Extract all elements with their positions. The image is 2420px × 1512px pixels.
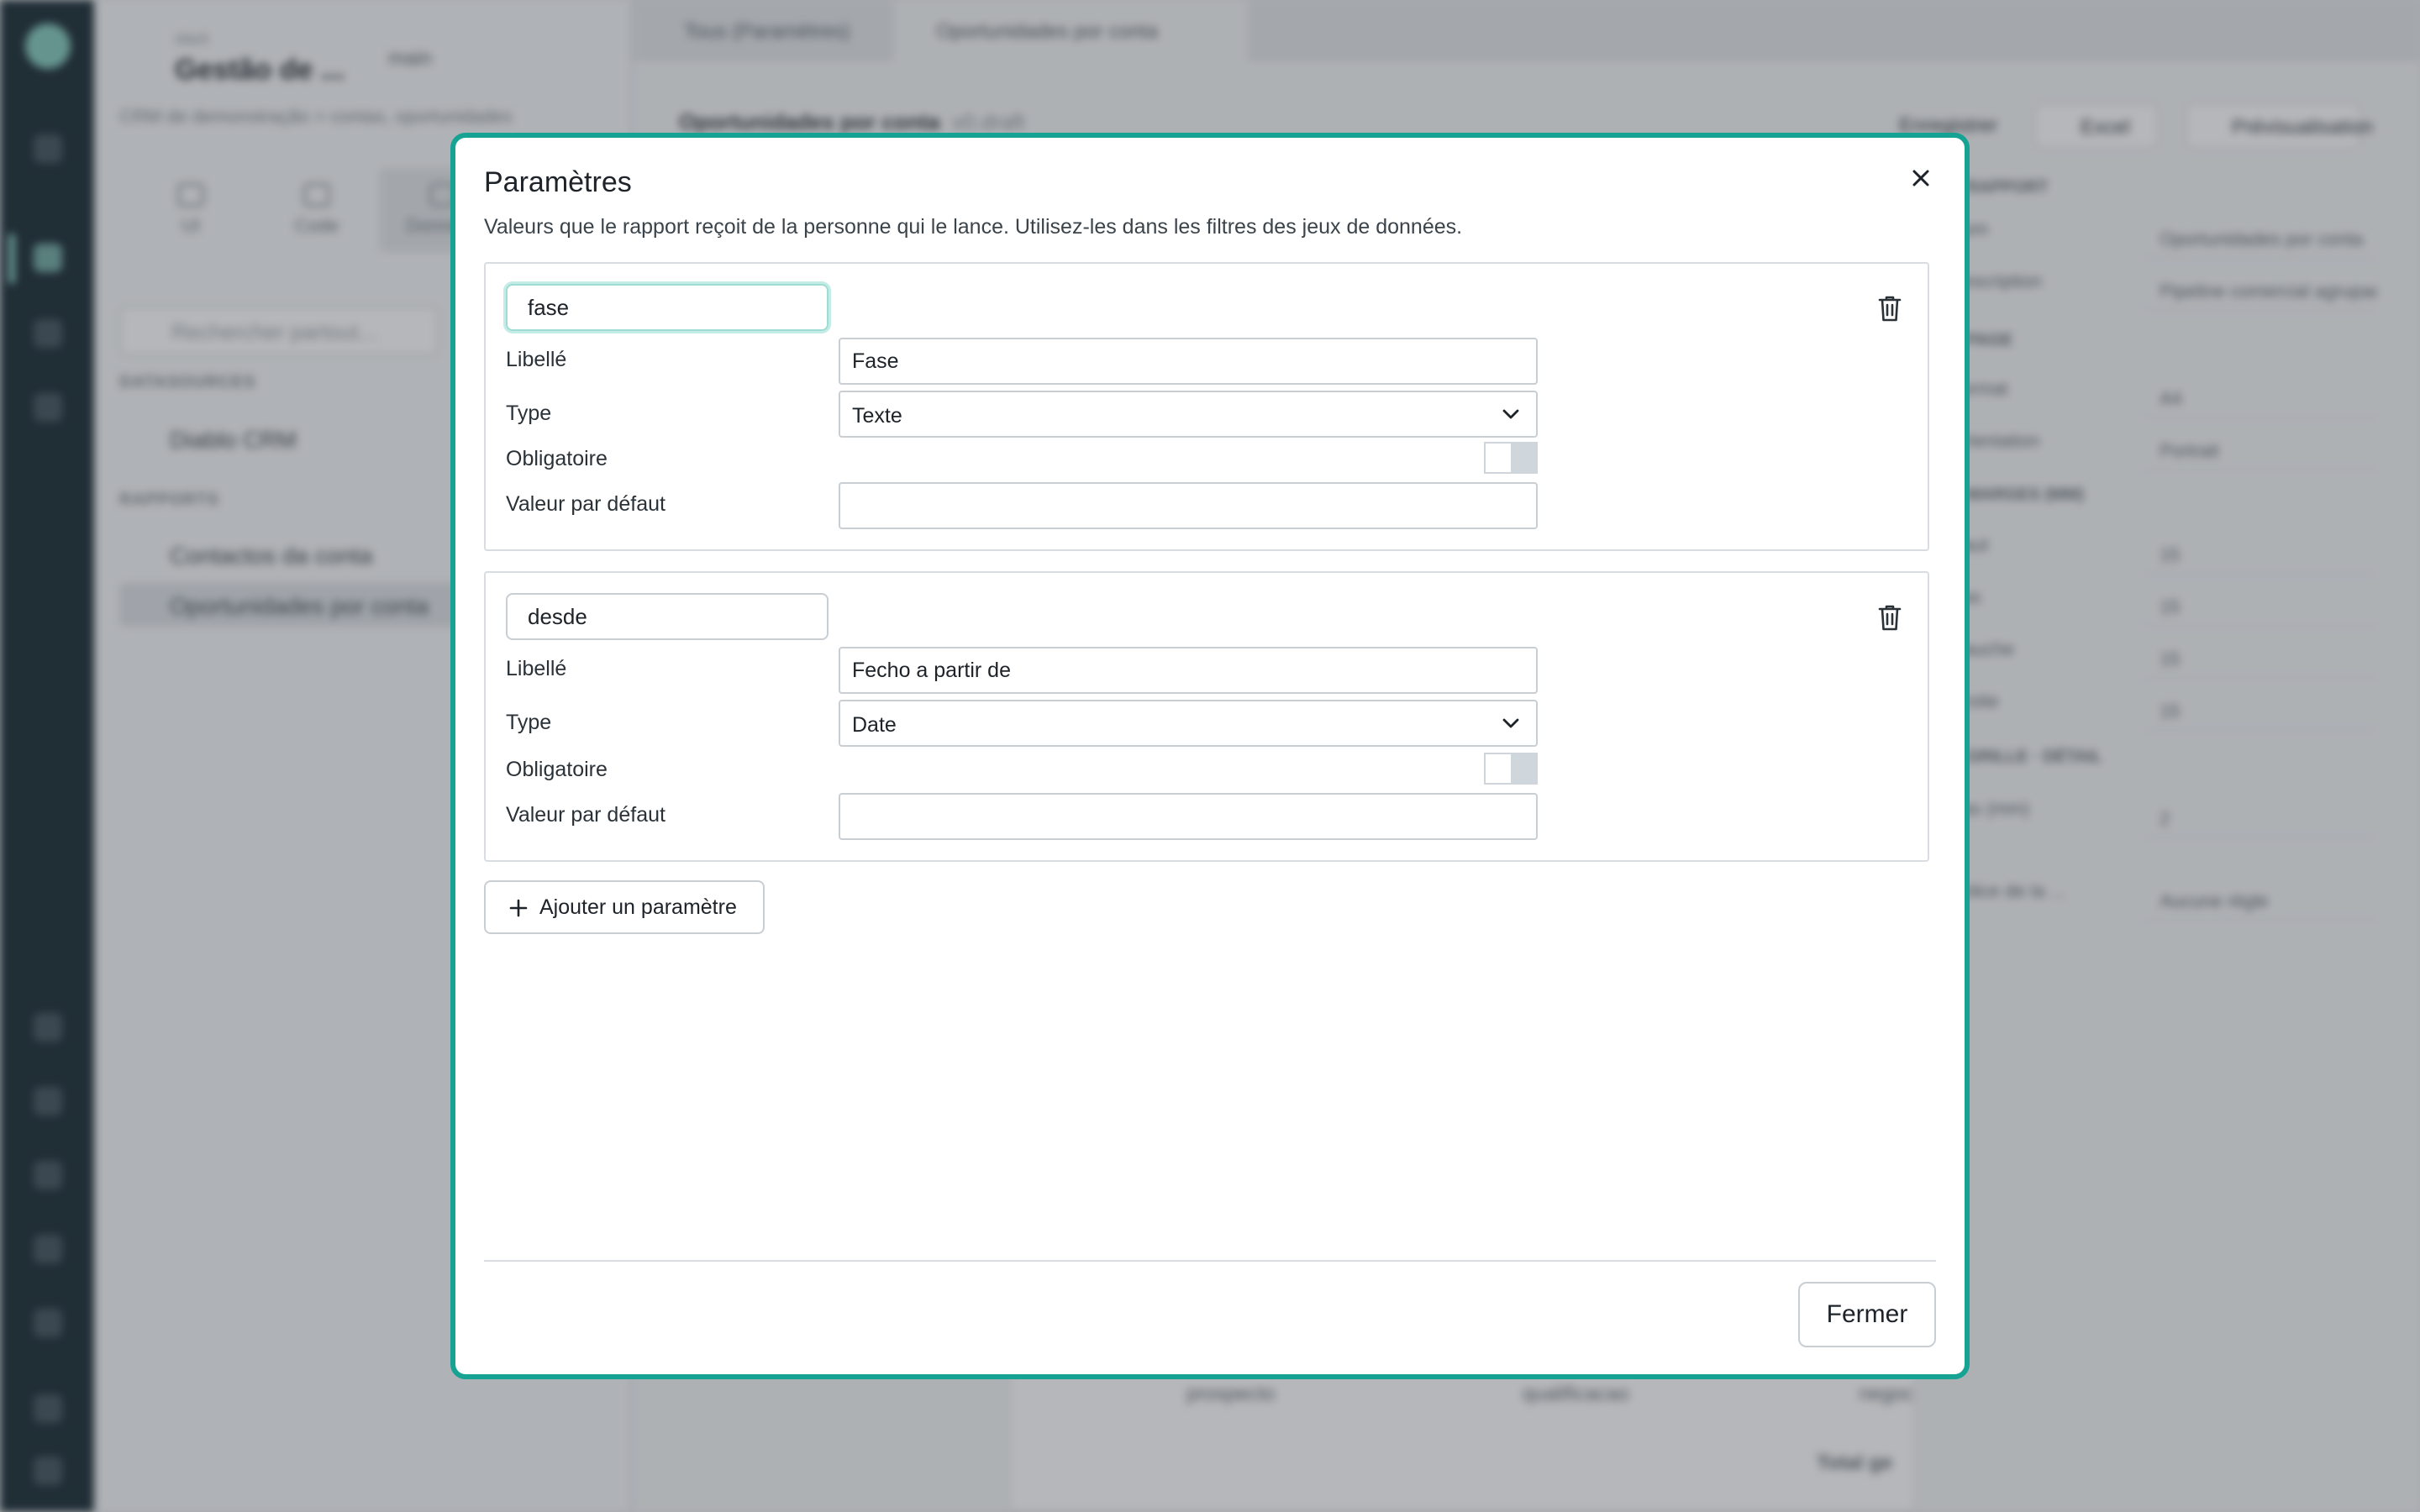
add-parameter-button[interactable]: Ajouter un paramètre bbox=[484, 880, 765, 934]
type-select[interactable]: Date bbox=[839, 700, 1538, 747]
required-toggle[interactable] bbox=[1484, 442, 1538, 474]
required-caption: Obligatoire bbox=[506, 447, 608, 470]
close-button[interactable]: Fermer bbox=[1798, 1282, 1936, 1347]
type-select-value: Texte bbox=[852, 404, 902, 428]
type-caption: Type bbox=[506, 402, 552, 425]
parameters-dialog: Paramètres Valeurs que le rapport reçoit… bbox=[450, 133, 1970, 1379]
type-caption: Type bbox=[506, 711, 552, 734]
parameter-card: Libellé Type Date Obligatoire Valeur par… bbox=[484, 571, 1929, 862]
type-select[interactable]: Texte bbox=[839, 391, 1538, 438]
close-icon[interactable] bbox=[1902, 160, 1939, 197]
default-value-input[interactable] bbox=[839, 482, 1538, 529]
chevron-down-icon bbox=[1502, 718, 1519, 728]
toggle-knob bbox=[1511, 754, 1536, 783]
plus-icon bbox=[509, 899, 528, 917]
dialog-title: Paramètres bbox=[484, 166, 632, 198]
toggle-knob bbox=[1511, 444, 1536, 472]
parameter-key-input[interactable] bbox=[506, 593, 829, 640]
trash-icon[interactable] bbox=[1877, 294, 1902, 323]
label-caption: Libellé bbox=[506, 348, 567, 371]
default-caption: Valeur par défaut bbox=[506, 803, 666, 827]
parameter-card: Libellé Type Texte Obligatoire Valeur pa… bbox=[484, 262, 1929, 551]
label-input[interactable] bbox=[839, 338, 1538, 385]
parameter-key-input[interactable] bbox=[506, 284, 829, 331]
dialog-description: Valeurs que le rapport reçoit de la pers… bbox=[484, 215, 1463, 239]
default-value-input[interactable] bbox=[839, 793, 1538, 840]
chevron-down-icon bbox=[1502, 409, 1519, 419]
required-caption: Obligatoire bbox=[506, 758, 608, 781]
trash-icon[interactable] bbox=[1877, 603, 1902, 632]
required-toggle[interactable] bbox=[1484, 753, 1538, 785]
label-caption: Libellé bbox=[506, 657, 567, 680]
footer-divider bbox=[484, 1260, 1936, 1262]
add-parameter-label: Ajouter un paramètre bbox=[539, 895, 737, 919]
default-caption: Valeur par défaut bbox=[506, 492, 666, 516]
label-input[interactable] bbox=[839, 647, 1538, 694]
type-select-value: Date bbox=[852, 713, 897, 737]
